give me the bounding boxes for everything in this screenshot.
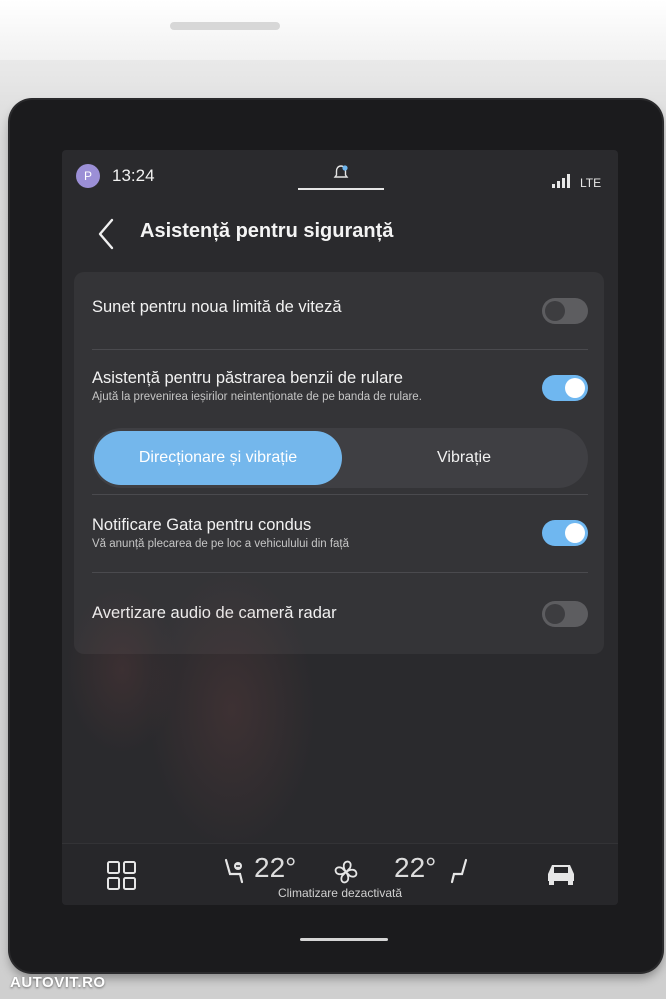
setting-lane-keeping[interactable]: Asistență pentru păstrarea benzii de rul… <box>92 369 588 409</box>
climate-bar: 22° 22° Climatizare dezactivată <box>62 843 618 905</box>
status-bar: P 13:24 LTE <box>62 150 618 198</box>
divider <box>92 349 588 350</box>
page-title: Asistență pentru siguranță <box>140 220 394 242</box>
seat-heat-right-icon[interactable] <box>450 856 474 886</box>
notification-bar <box>298 188 384 190</box>
watermark: AUTOVIT.RO <box>10 974 106 991</box>
profile-avatar[interactable]: P <box>76 164 100 188</box>
network-type: LTE <box>580 176 602 190</box>
fan-icon[interactable] <box>328 854 364 890</box>
chevron-left-icon[interactable] <box>92 216 122 252</box>
option-vibration[interactable]: Vibrație <box>340 431 588 485</box>
setting-label: Sunet pentru noua limită de viteză <box>92 298 342 316</box>
setting-radar-camera-audio[interactable]: Avertizare audio de cameră radar <box>92 598 588 628</box>
signal-icon <box>552 174 570 188</box>
air-vent <box>170 22 280 30</box>
car-icon[interactable] <box>544 860 578 886</box>
lane-keeping-toggle[interactable] <box>542 375 588 401</box>
divider <box>92 572 588 573</box>
seat-heat-left-icon[interactable] <box>220 856 248 886</box>
left-temperature[interactable]: 22° <box>254 852 296 884</box>
setting-label: Notificare Gata pentru condus <box>92 516 312 534</box>
divider <box>92 494 588 495</box>
right-temperature[interactable]: 22° <box>394 852 436 884</box>
infotainment-screen: P 13:24 LTE Asistență pentru siguranță S… <box>62 150 618 905</box>
notification-handle[interactable] <box>298 162 384 190</box>
speed-limit-sound-toggle[interactable] <box>542 298 588 324</box>
setting-description: Ajută la prevenirea ieșirilor neintențio… <box>92 391 422 403</box>
dashboard-top <box>0 0 666 60</box>
climate-status: Climatizare dezactivată <box>277 886 403 900</box>
option-steering-and-vibration[interactable]: Direcționare și vibrație <box>94 431 342 485</box>
feedback-mode-selector: Direcționare și vibrație Vibrație <box>92 428 588 488</box>
ready-to-drive-toggle[interactable] <box>542 520 588 546</box>
setting-label: Asistență pentru păstrarea benzii de rul… <box>92 369 403 387</box>
clock: 13:24 <box>112 166 155 185</box>
home-indicator[interactable] <box>300 938 388 941</box>
setting-label: Avertizare audio de cameră radar <box>92 604 337 622</box>
bell-icon <box>333 165 349 178</box>
setting-description: Vă anunță plecarea de pe loc a vehiculul… <box>92 538 350 550</box>
setting-ready-to-drive[interactable]: Notificare Gata pentru condus Vă anunță … <box>92 516 588 556</box>
setting-speed-limit-sound[interactable]: Sunet pentru noua limită de viteză <box>92 294 588 324</box>
page-header: Asistență pentru siguranță <box>62 210 618 260</box>
radar-camera-audio-toggle[interactable] <box>542 601 588 627</box>
